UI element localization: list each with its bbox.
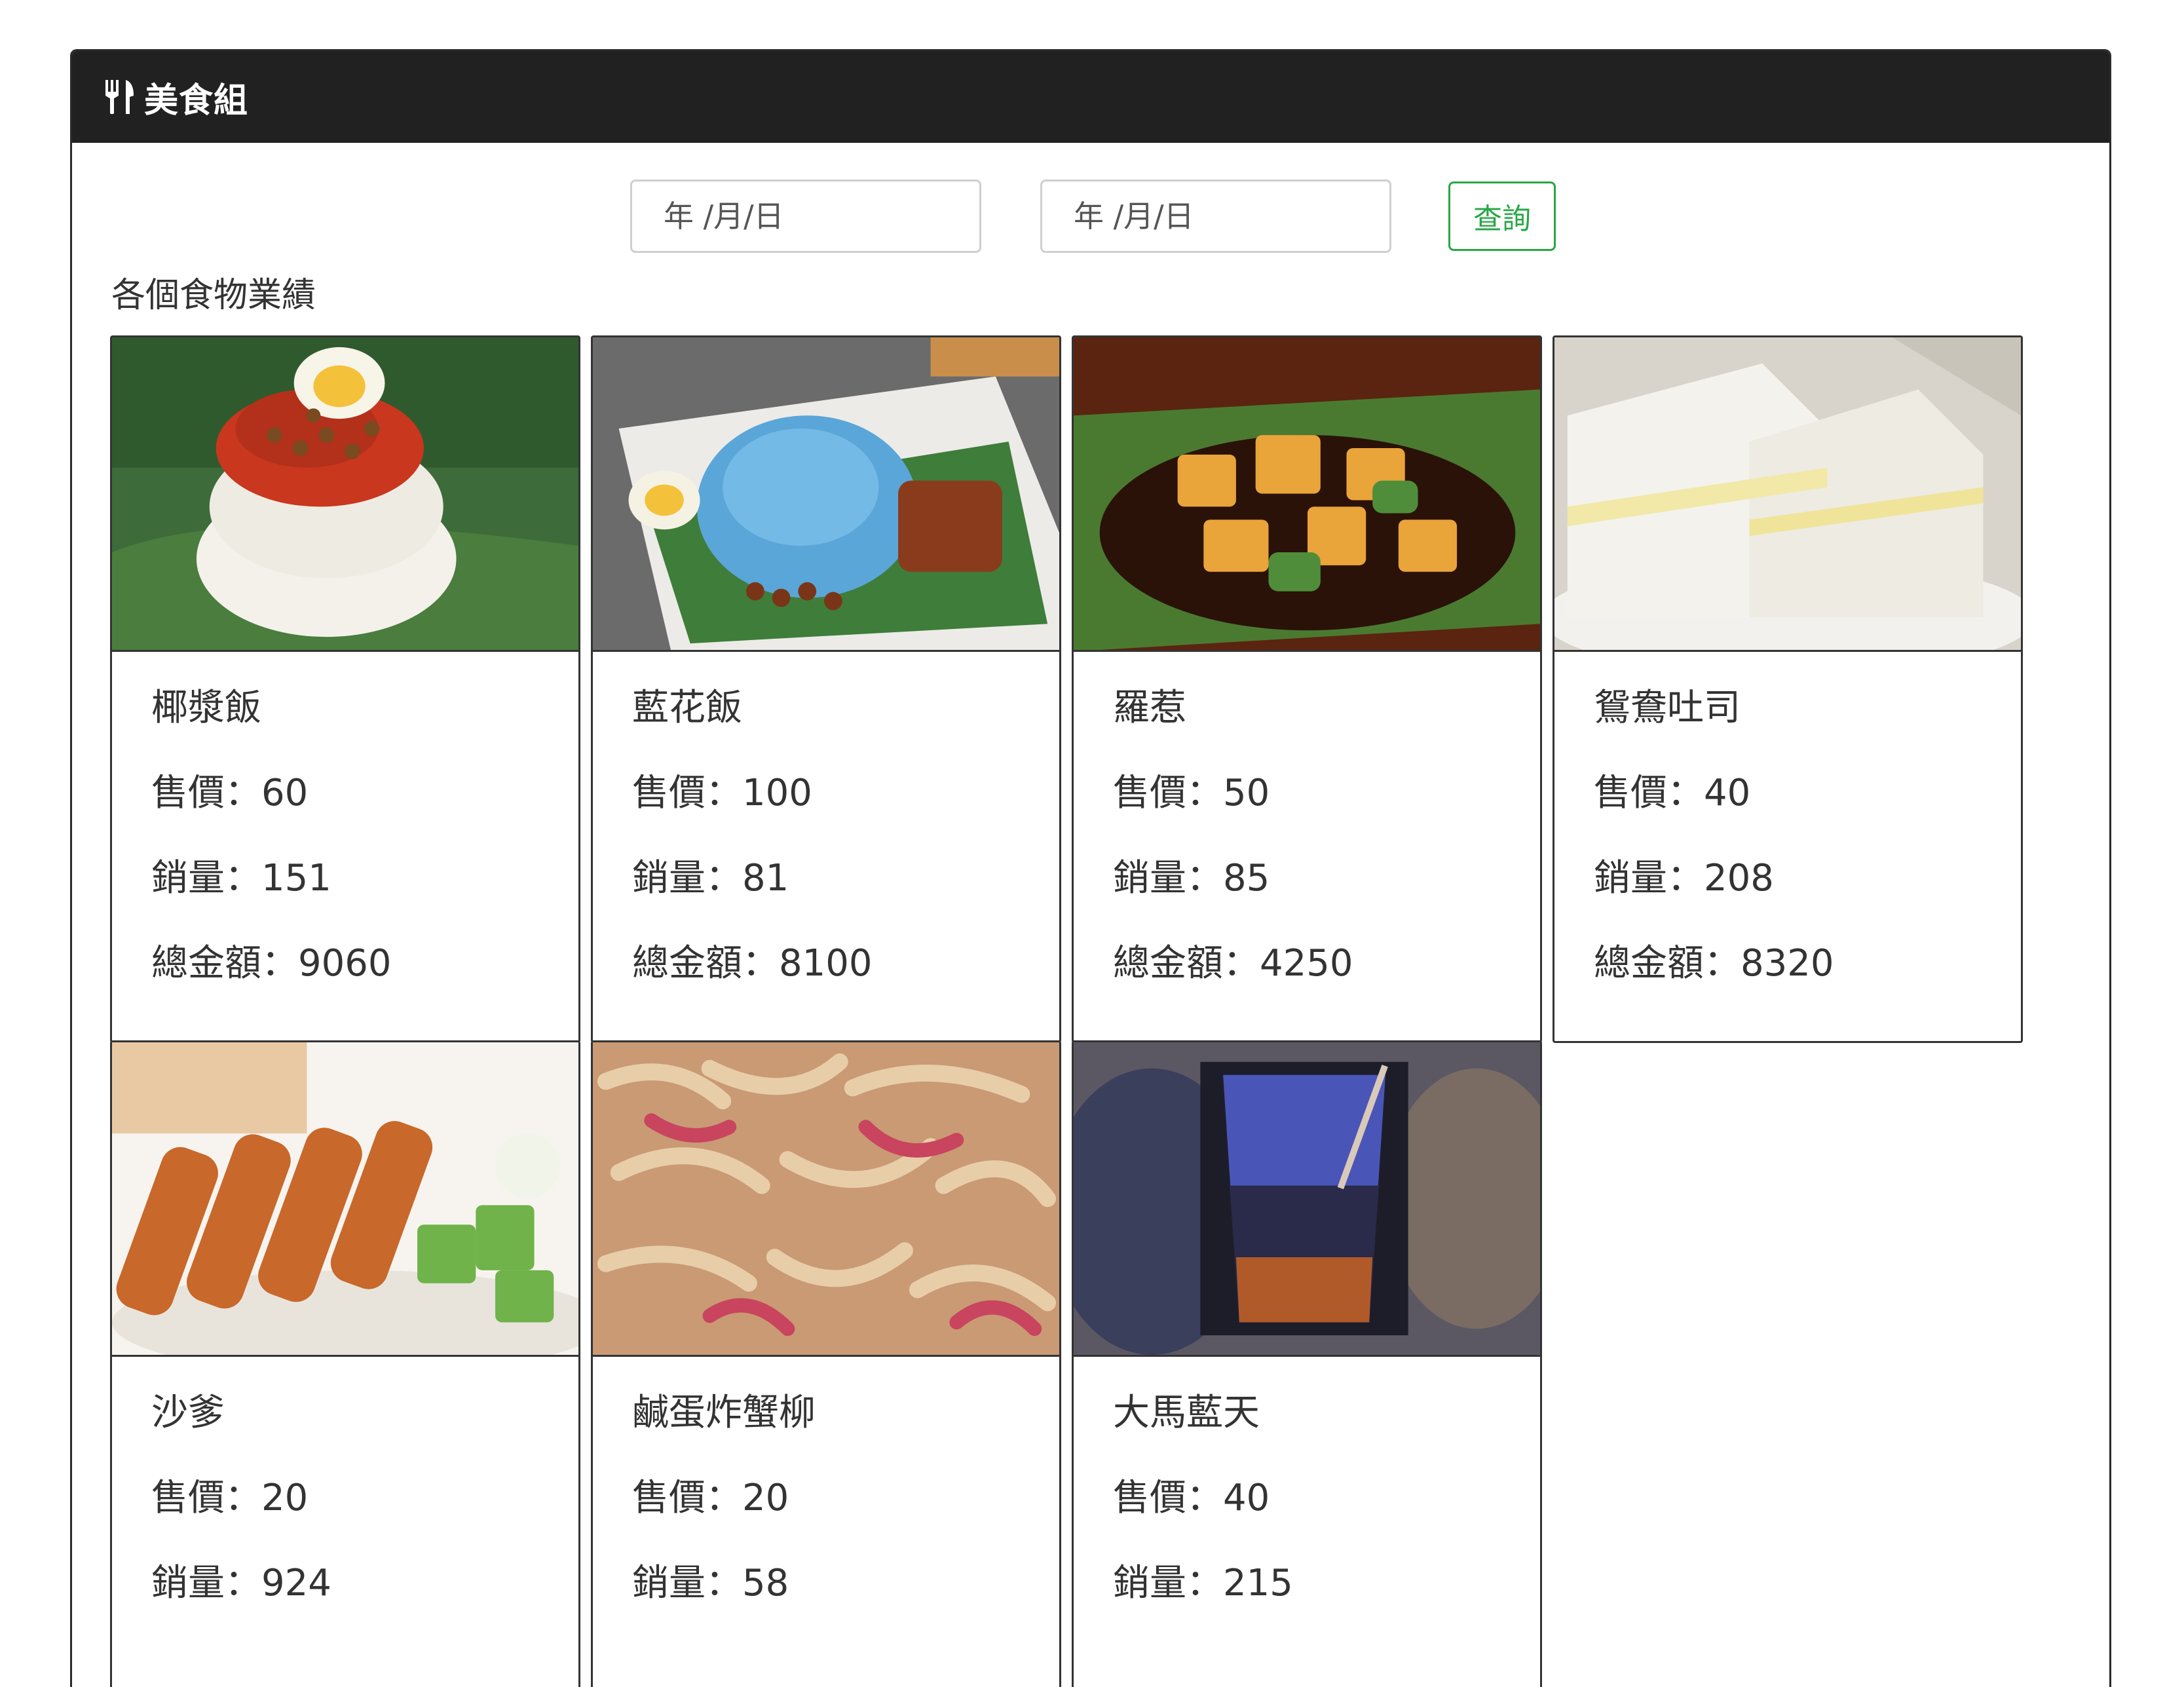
food-price: 售價：20	[632, 1477, 789, 1519]
food-image	[112, 1042, 578, 1357]
food-name: 鹹蛋炸蟹柳	[632, 1392, 816, 1434]
food-price: 售價：50	[1113, 772, 1270, 814]
section-label: 各個食物業績	[111, 276, 316, 315]
food-name: 藍花飯	[632, 687, 742, 729]
food-name: 鴛鴦吐司	[1594, 687, 1741, 729]
food-quantity: 銷量：208	[1594, 857, 1774, 900]
food-name: 大馬藍天	[1113, 1392, 1260, 1434]
food-total: 總金額：8320	[1594, 942, 1834, 985]
panel-header: 美食組	[72, 51, 2109, 143]
food-quantity: 銷量：58	[632, 1562, 789, 1604]
food-price: 售價：60	[151, 772, 309, 814]
food-name: 羅惹	[1113, 687, 1186, 729]
food-panel: 美食組 查詢 各個食物業績	[70, 49, 2111, 1687]
food-card-1[interactable]: 椰漿飯 售價：60 銷量：151 總金額：9060	[110, 335, 580, 1043]
food-price: 售價：20	[151, 1477, 309, 1519]
food-quantity: 銷量：81	[632, 857, 789, 900]
food-total: 總金額：9060	[151, 942, 392, 985]
utensils-icon	[104, 79, 136, 115]
food-image	[1554, 337, 2021, 652]
food-total: 總金額：4250	[1113, 942, 1353, 985]
food-quantity: 銷量：151	[151, 857, 331, 900]
food-image	[112, 337, 578, 652]
food-card-7[interactable]: 大馬藍天 售價：40 銷量：215	[1072, 1040, 1542, 1687]
end-date-input[interactable]	[1040, 180, 1391, 253]
food-card-2[interactable]: 藍花飯 售價：100 銷量：81 總金額：8100	[591, 335, 1061, 1043]
food-card-5[interactable]: 沙爹 售價：20 銷量：924	[110, 1040, 580, 1687]
food-quantity: 銷量：85	[1113, 857, 1270, 900]
food-price: 售價：100	[632, 772, 812, 814]
panel-title: 美食組	[144, 81, 249, 121]
food-name: 椰漿飯	[151, 687, 261, 729]
food-card-4[interactable]: 鴛鴦吐司 售價：40 銷量：208 總金額：8320	[1553, 335, 2023, 1043]
start-date-input[interactable]	[630, 180, 981, 253]
query-button[interactable]: 查詢	[1448, 181, 1556, 251]
food-price: 售價：40	[1594, 772, 1751, 814]
food-quantity: 銷量：215	[1113, 1562, 1293, 1604]
food-card-3[interactable]: 羅惹 售價：50 銷量：85 總金額：4250	[1072, 335, 1542, 1043]
food-name: 沙爹	[151, 1392, 225, 1434]
food-image	[1074, 1042, 1540, 1357]
food-quantity: 銷量：924	[151, 1562, 331, 1604]
food-image	[593, 337, 1059, 652]
food-image	[1074, 337, 1540, 652]
food-total: 總金額：8100	[632, 942, 873, 985]
food-card-6[interactable]: 鹹蛋炸蟹柳 售價：20 銷量：58	[591, 1040, 1061, 1687]
food-price: 售價：40	[1113, 1477, 1270, 1519]
food-image	[593, 1042, 1059, 1357]
